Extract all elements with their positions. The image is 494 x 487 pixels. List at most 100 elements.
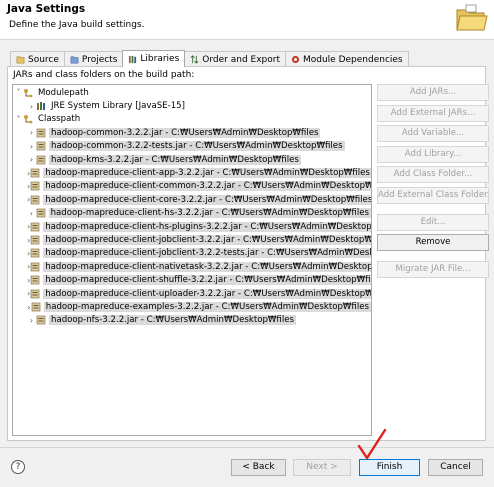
chevron-right-icon[interactable]: › <box>27 209 36 218</box>
source-folder-icon <box>16 55 25 64</box>
jar-file-icon <box>31 302 44 312</box>
jar-file-icon <box>30 235 43 245</box>
jar-file-icon <box>36 315 49 325</box>
libraries-panel: JARs and class folders on the build path… <box>7 66 489 441</box>
add-external-jars-button[interactable]: Add External JARs... <box>377 105 489 122</box>
dialog-header: Java Settings Define the Java build sett… <box>0 0 494 40</box>
jar-file-icon <box>30 262 43 272</box>
libraries-icon <box>128 55 137 64</box>
jar-file-icon <box>36 141 49 151</box>
dialog-title: Java Settings <box>7 3 86 15</box>
tree-item-jar[interactable]: › hadoop-mapreduce-client-jobclient-3.2.2… <box>13 247 371 260</box>
tree-item-label: hadoop-nfs-3.2.2.jar - C:₩Users₩Admin₩De… <box>49 315 296 326</box>
tree-item-group[interactable]: ˅ Classpath <box>13 113 371 126</box>
tab-label: Source <box>28 54 59 65</box>
dialog-description: Define the Java build settings. <box>9 20 145 30</box>
add-jars-button[interactable]: Add JARs... <box>377 84 489 101</box>
tree-item-label: hadoop-kms-3.2.2.jar - C:₩Users₩Admin₩De… <box>49 154 301 165</box>
tree-item-jar[interactable]: › hadoop-mapreduce-client-core-3.2.2.jar … <box>13 193 371 206</box>
tree-item-label: hadoop-mapreduce-client-hs-3.2.2.jar - C… <box>48 208 371 219</box>
tree-item-label: hadoop-common-3.2.2-tests.jar - C:₩Users… <box>49 141 345 152</box>
chevron-right-icon[interactable]: › <box>27 142 36 151</box>
jar-file-icon <box>30 195 43 205</box>
next-button[interactable]: Next > <box>293 459 351 476</box>
tree-item-jar[interactable]: › hadoop-mapreduce-examples-3.2.2.jar - C… <box>13 300 371 313</box>
tab-module-dependencies[interactable]: Module Dependencies <box>284 51 409 67</box>
tree-item-label: hadoop-mapreduce-client-core-3.2.2.jar -… <box>43 194 371 205</box>
tree-item-jar[interactable]: › hadoop-common-3.2.2.jar - C:₩Users₩Admi… <box>13 126 371 139</box>
tree-item-label: JRE System Library [JavaSE-15] <box>51 101 186 112</box>
build-path-label: JARs and class folders on the build path… <box>13 70 195 80</box>
tab-label: Module Dependencies <box>302 54 403 65</box>
jar-file-icon <box>30 275 43 285</box>
tree-item-jar[interactable]: › hadoop-kms-3.2.2.jar - C:₩Users₩Admin₩D… <box>13 153 371 166</box>
tree-item-jar[interactable]: › hadoop-mapreduce-client-nativetask-3.2.… <box>13 260 371 273</box>
tree-item-label: hadoop-mapreduce-client-jobclient-3.2.2-… <box>43 248 371 259</box>
tree-item-label: hadoop-mapreduce-client-hs-plugins-3.2.2… <box>43 221 371 232</box>
migrate-jar-file-button[interactable]: Migrate JAR File... <box>377 261 489 278</box>
jar-file-icon <box>30 168 43 178</box>
tree-item-label: Modulepath <box>38 87 89 98</box>
chevron-right-icon[interactable]: › <box>27 155 36 164</box>
order-export-icon <box>190 55 199 64</box>
tab-bar: Source Projects Libraries Order and Export M… <box>10 50 409 67</box>
chevron-right-icon[interactable]: › <box>27 128 36 137</box>
remove-button[interactable]: Remove <box>377 234 489 251</box>
checkmark-annotation-icon <box>357 428 387 460</box>
tree-item-jar[interactable]: › hadoop-mapreduce-client-jobclient-3.2.2… <box>13 233 371 246</box>
add-external-class-folder-button[interactable]: Add External Class Folder... <box>377 187 489 204</box>
tree-item-jar[interactable]: › hadoop-common-3.2.2-tests.jar - C:₩User… <box>13 140 371 153</box>
tree-item-label: hadoop-mapreduce-client-uploader-3.2.2.j… <box>43 288 371 299</box>
classpath-group-icon <box>23 88 36 98</box>
tree-item-jar[interactable]: › hadoop-mapreduce-client-hs-plugins-3.2.… <box>13 220 371 233</box>
tree-item-library[interactable]: › JRE System Library [JavaSE-15] <box>13 99 371 112</box>
chevron-right-icon[interactable]: › <box>27 316 36 325</box>
tree-item-jar[interactable]: › hadoop-mapreduce-client-hs-3.2.2.jar - … <box>13 207 371 220</box>
help-icon[interactable]: ? <box>11 460 25 474</box>
tree-item-jar[interactable]: › hadoop-mapreduce-client-uploader-3.2.2.… <box>13 287 371 300</box>
footer-divider <box>0 447 494 448</box>
tab-label: Libraries <box>140 54 180 64</box>
tree-item-label: hadoop-mapreduce-examples-3.2.2.jar - C:… <box>43 302 371 313</box>
tree-item-label: hadoop-mapreduce-client-app-3.2.2.jar - … <box>43 168 371 179</box>
jar-file-icon <box>36 155 49 165</box>
module-dependencies-icon <box>291 55 300 64</box>
build-path-tree[interactable]: ˅ Modulepath › JRE System Library [JavaSE-1… <box>12 84 372 436</box>
tab-source[interactable]: Source <box>10 51 65 67</box>
tab-libraries[interactable]: Libraries <box>122 50 186 67</box>
jre-library-icon <box>36 101 49 111</box>
jar-file-icon <box>36 128 49 138</box>
back-button[interactable]: < Back <box>231 459 286 476</box>
jar-file-icon <box>30 289 43 299</box>
tab-order-and-export[interactable]: Order and Export <box>184 51 286 67</box>
chevron-down-icon[interactable]: ˅ <box>14 115 23 124</box>
tab-label: Projects <box>81 54 118 65</box>
add-class-folder-button[interactable]: Add Class Folder... <box>377 166 489 183</box>
tree-item-label: hadoop-mapreduce-client-common-3.2.2.jar… <box>43 181 371 192</box>
projects-icon <box>70 55 79 64</box>
add-library-button[interactable]: Add Library... <box>377 146 489 163</box>
tree-item-label: Classpath <box>38 114 81 125</box>
tree-item-jar[interactable]: › hadoop-mapreduce-client-common-3.2.2.ja… <box>13 180 371 193</box>
classpath-group-icon <box>23 114 36 124</box>
jar-file-icon <box>36 208 49 218</box>
tree-item-label: hadoop-mapreduce-client-nativetask-3.2.2… <box>43 261 371 272</box>
folder-icon <box>456 4 488 31</box>
tab-label: Order and Export <box>202 54 280 65</box>
edit-button[interactable]: Edit... <box>377 214 489 231</box>
tree-item-jar[interactable]: › hadoop-mapreduce-client-app-3.2.2.jar -… <box>13 166 371 179</box>
jar-file-icon <box>30 248 43 258</box>
tree-item-label: hadoop-common-3.2.2.jar - C:₩Users₩Admin… <box>49 127 321 138</box>
tree-item-group[interactable]: ˅ Modulepath <box>13 86 371 99</box>
jar-file-icon <box>30 222 43 232</box>
tree-item-jar[interactable]: › hadoop-mapreduce-client-shuffle-3.2.2.j… <box>13 274 371 287</box>
tab-projects[interactable]: Projects <box>63 51 124 67</box>
chevron-right-icon[interactable]: › <box>27 102 36 111</box>
tree-item-label: hadoop-mapreduce-client-shuffle-3.2.2.ja… <box>43 275 371 286</box>
jar-file-icon <box>30 181 43 191</box>
cancel-button[interactable]: Cancel <box>428 459 483 476</box>
add-variable-button[interactable]: Add Variable... <box>377 125 489 142</box>
tree-item-label: hadoop-mapreduce-client-jobclient-3.2.2.… <box>43 235 371 246</box>
tree-item-jar[interactable]: › hadoop-nfs-3.2.2.jar - C:₩Users₩Admin₩D… <box>13 314 371 327</box>
chevron-down-icon[interactable]: ˅ <box>14 88 23 97</box>
